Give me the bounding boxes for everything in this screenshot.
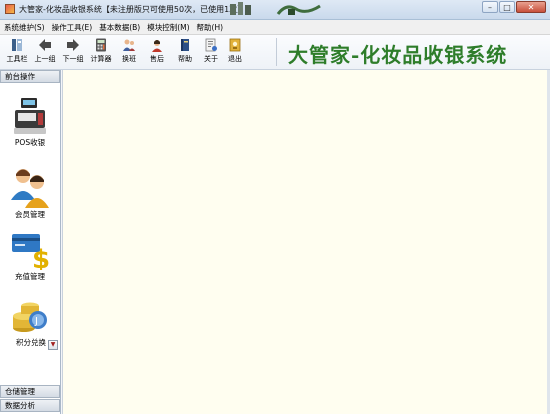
svg-text:$: $	[32, 245, 50, 270]
sidebar-header-warehouse[interactable]: 仓储管理	[0, 385, 60, 398]
brand-title: 大管家-化妆品收银系统	[288, 43, 508, 67]
menu-tools[interactable]: 操作工具(E)	[48, 20, 96, 34]
members-icon	[11, 169, 49, 208]
menu-help[interactable]: 帮助(H)	[193, 20, 227, 34]
menu-bar: 系统维护(S) 操作工具(E) 基本数据(B) 模块控制(M) 帮助(H)	[0, 20, 550, 35]
sidebar-scroll-down-button[interactable]: ▼	[48, 340, 58, 350]
toolbar-divider	[276, 38, 277, 66]
title-bar[interactable]: 大管家-化妆品收银系统【未注册版只可使用50次，已使用1次】 – □ ✕	[0, 0, 550, 20]
coins-icon: J	[13, 302, 47, 332]
about-icon	[205, 38, 217, 52]
calculator-icon	[96, 38, 106, 52]
exit-label: 退出	[228, 55, 242, 63]
title-decoration	[276, 4, 321, 15]
sidebar-item-members-label: 会员管理	[15, 210, 45, 219]
svg-text:J: J	[34, 316, 38, 327]
shift-change-button[interactable]: 换班	[116, 38, 142, 66]
close-button[interactable]: ✕	[516, 1, 546, 13]
sidebar-item-pos-label: POS收银	[14, 138, 46, 147]
sidebar-header-data-analysis[interactable]: 数据分析	[0, 399, 60, 412]
arrow-left-icon	[39, 39, 51, 51]
after-sales-button[interactable]: 售后	[144, 38, 170, 66]
app-icon	[5, 4, 15, 14]
minimize-button[interactable]: –	[482, 1, 498, 13]
cash-register-icon	[14, 98, 46, 134]
toolbar-toggle-button[interactable]: 工具栏	[4, 38, 30, 66]
exit-icon	[229, 38, 241, 52]
sidebar-header-front-desk[interactable]: 前台操作	[0, 70, 60, 83]
sidebar: 前台操作 POS收银 会员管理 $ 充值管理 J 积分兑换 ▼ 仓储管理 数据分…	[0, 70, 61, 414]
exit-button[interactable]: 退出	[222, 38, 248, 66]
next-group-button[interactable]: 下一组	[60, 38, 86, 66]
main-workspace	[62, 70, 550, 414]
app-window: 大管家-化妆品收银系统【未注册版只可使用50次，已使用1次】 – □ ✕ 系统维…	[0, 0, 550, 414]
previous-group-button[interactable]: 上一组	[32, 38, 58, 66]
menu-basic-data[interactable]: 基本数据(B)	[95, 20, 143, 34]
title-decoration	[230, 2, 251, 15]
sidebar-item-recharge[interactable]: $ 充值管理	[0, 230, 60, 282]
sidebar-item-pos[interactable]: POS收银	[0, 96, 60, 148]
maximize-button[interactable]: □	[499, 1, 515, 13]
shift-change-icon	[123, 39, 135, 51]
sidebar-item-members[interactable]: 会员管理	[0, 166, 60, 220]
arrow-right-icon	[67, 39, 79, 51]
recharge-card-icon: $	[12, 234, 50, 270]
menu-system[interactable]: 系统维护(S)	[0, 20, 48, 34]
menu-modules[interactable]: 模块控制(M)	[143, 20, 192, 34]
toolbar-icon	[12, 39, 22, 51]
help-book-icon	[181, 39, 189, 51]
calculator-button[interactable]: 计算器	[88, 38, 114, 66]
window-controls: – □ ✕	[482, 1, 546, 13]
after-sales-icon	[152, 40, 162, 52]
window-title: 大管家-化妆品收银系统【未注册版只可使用50次，已使用1次】	[19, 5, 246, 14]
sidebar-item-recharge-label: 充值管理	[15, 272, 45, 281]
toolbar: 工具栏 上一组 下一组 计算器 换班 售后 帮助 关于 退出 大管家-化妆品收银…	[0, 35, 550, 70]
